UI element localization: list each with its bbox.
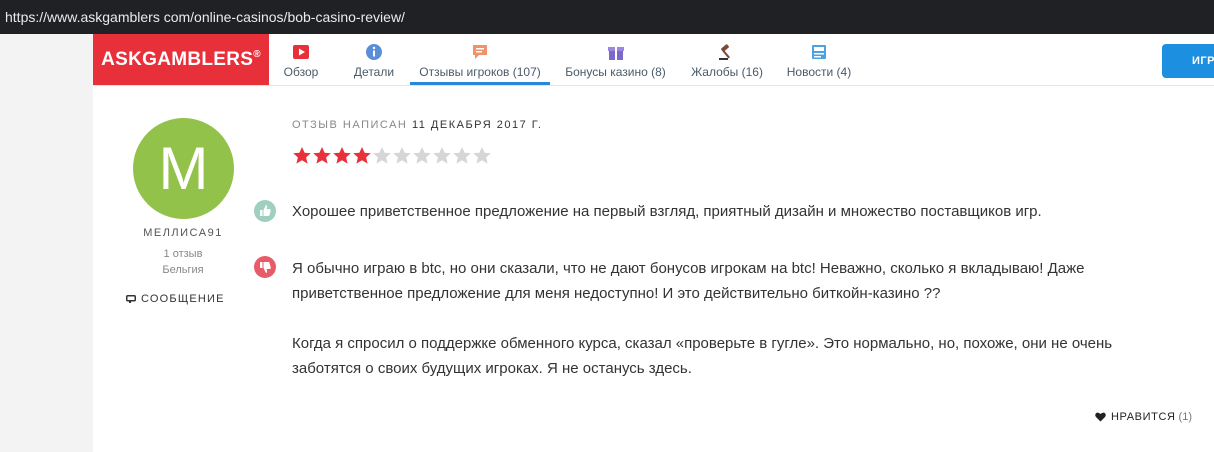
send-message-link[interactable]: СООБЩЕНИЕ [126,293,225,305]
star-filled-icon [353,147,371,164]
tab-player-reviews[interactable]: Отзывы игроков (107) [410,34,550,85]
like-count: (1) [1178,411,1192,423]
avatar[interactable]: M [133,118,234,219]
url-text[interactable]: https://www.askgamblers com/online-casin… [5,9,405,25]
reviewer-country: Бельгия [162,264,204,276]
send-message-label: СООБЩЕНИЕ [141,293,225,305]
review-date: ОТЗЫВ НАПИСАН 11 ДЕКАБРЯ 2017 Г. [292,119,542,131]
rating-stars [292,146,492,165]
review-pros-text: Хорошее приветственное предложение на пе… [292,203,1042,220]
tab-casino-bonuses[interactable]: Бонусы казино (8) [563,34,668,85]
tab-details-label: Детали [353,65,395,79]
play-button[interactable]: ИГР [1162,44,1214,78]
star-empty-icon [453,147,471,164]
review-date-prefix: ОТЗЫВ НАПИСАН [292,119,408,131]
review-cons-text-continued: Когда я спросил о поддержке обменного ку… [292,335,1113,377]
gift-icon [607,47,624,60]
tab-complaints-label: Жалобы (16) [691,65,763,79]
heart-icon [1095,412,1106,422]
star-empty-icon [373,147,391,164]
thumbs-down-icon [254,256,276,278]
like-label: НРАВИТСЯ [1111,411,1176,423]
comment-icon [473,45,487,59]
info-icon [366,44,382,60]
star-filled-icon [333,147,351,164]
like-button[interactable]: НРАВИТСЯ (1) [1095,411,1192,423]
reviewer-review-count: 1 отзыв [163,248,203,260]
message-icon [126,295,136,303]
tab-overview[interactable]: Обзор [276,34,326,85]
star-filled-icon [293,147,311,164]
tab-complaints[interactable]: Жалобы (16) [689,34,765,85]
reviewer-name[interactable]: МЕЛЛИСА91 [128,227,238,239]
tab-casino-bonuses-label: Бонусы казино (8) [565,65,666,79]
news-icon [812,45,826,59]
review-date-value: 11 ДЕКАБРЯ 2017 Г. [411,119,543,131]
star-filled-icon [313,147,331,164]
logo-registered-mark: ® [253,48,261,60]
star-empty-icon [433,147,451,164]
tab-news[interactable]: Новости (4) [784,34,854,85]
askgamblers-logo[interactable]: ASKGAMBLERS® [93,34,269,85]
review-cons-text: Я обычно играю в btc, но они сказали, чт… [292,260,1085,302]
header-divider [93,85,1214,86]
play-icon [293,45,309,59]
star-empty-icon [413,147,431,164]
logo-text: ASKGAMBLERS [101,48,254,70]
star-empty-icon [473,147,491,164]
browser-address-bar[interactable]: https://www.askgamblers com/online-casin… [0,0,1214,34]
tab-overview-label: Обзор [283,65,319,79]
page-gutter [0,34,93,452]
gavel-icon [719,44,730,60]
tab-details[interactable]: Детали [349,34,399,85]
star-empty-icon [393,147,411,164]
thumbs-up-icon [254,200,276,222]
avatar-initial: M [158,134,209,202]
tab-news-label: Новости (4) [786,65,852,79]
tab-player-reviews-label: Отзывы игроков (107) [419,65,541,79]
